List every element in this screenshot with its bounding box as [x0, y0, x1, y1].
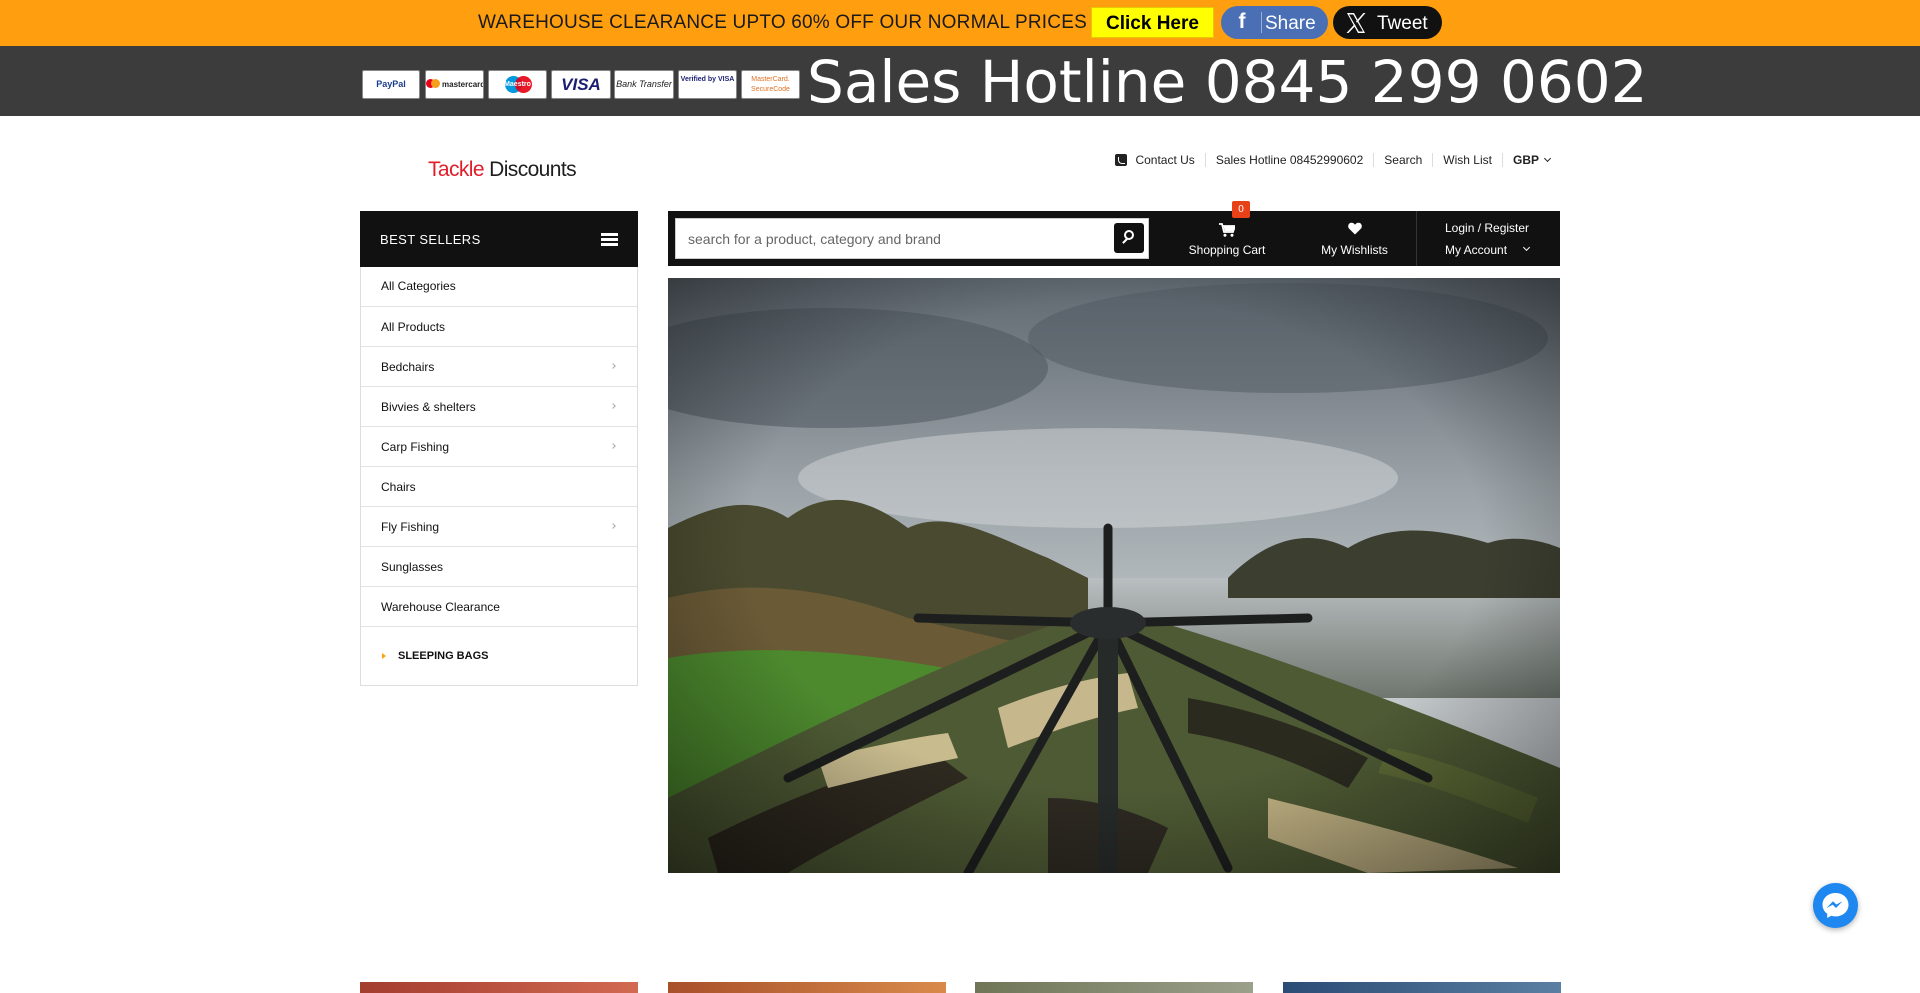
hero-illustration [668, 278, 1560, 873]
click-here-button[interactable]: Click Here [1091, 7, 1214, 38]
cart-count-badge: 0 [1232, 201, 1250, 218]
sidebar-item-label: Sunglasses [381, 560, 444, 574]
category-tile[interactable] [668, 982, 946, 993]
sidebar-item-label: Chairs [381, 480, 416, 494]
facebook-share-button[interactable]: f Share [1221, 6, 1328, 39]
sidebar-special-label: SLEEPING BAGS [398, 650, 489, 662]
search-button[interactable] [1114, 223, 1144, 253]
sidebar-item-label: All Categories [381, 279, 456, 293]
contact-us-link[interactable]: Contact Us [1105, 153, 1204, 167]
sidebar-item-bivvies-shelters[interactable]: Bivvies & shelters [361, 386, 637, 426]
sidebar-item-all-categories[interactable]: All Categories [361, 267, 637, 306]
category-sidebar: BEST SELLERS All Categories All Products… [360, 211, 638, 686]
share-label: Share [1265, 13, 1316, 34]
mastercard-securecode-logo: MasterCard. SecureCode [741, 70, 800, 99]
facebook-icon: f [1238, 10, 1246, 33]
hotline-banner-text: Sales Hotline 0845 299 0602 [807, 48, 1648, 116]
divider [1261, 12, 1262, 33]
chevron-right-icon [610, 363, 616, 369]
tweet-label: Tweet [1377, 13, 1428, 34]
login-register-link[interactable]: Login / Register [1445, 221, 1529, 235]
sidebar-item-chairs[interactable]: Chairs [361, 466, 637, 506]
category-tile[interactable] [1283, 982, 1561, 993]
sidebar-item-label: Warehouse Clearance [381, 600, 500, 614]
sidebar-heading: BEST SELLERS [380, 232, 481, 247]
sidebar-item-sunglasses[interactable]: Sunglasses [361, 546, 637, 586]
sidebar-header[interactable]: BEST SELLERS [360, 211, 638, 267]
sidebar-item-fly-fishing[interactable]: Fly Fishing [361, 506, 637, 546]
maestro-label: Maestro [504, 81, 531, 88]
hero-image[interactable] [668, 278, 1560, 873]
paypal-logo: PayPal [362, 70, 420, 99]
sidebar-item-sleeping-bags[interactable]: SLEEPING BAGS [361, 626, 637, 685]
site-logo[interactable]: Tackle Discounts [428, 158, 577, 182]
contact-us-label: Contact Us [1135, 153, 1195, 167]
promo-bar: WAREHOUSE CLEARANCE UPTO 60% OFF OUR NOR… [0, 0, 1920, 46]
shopping-cart-icon [1219, 223, 1235, 237]
search-input[interactable] [675, 218, 1149, 259]
top-links: Contact Us Sales Hotline 08452990602 Sea… [1105, 152, 1560, 168]
chevron-down-icon [1522, 243, 1531, 252]
my-wishlists-label: My Wishlists [1321, 243, 1388, 257]
sidebar-item-all-products[interactable]: All Products [361, 306, 637, 346]
category-tile[interactable] [975, 982, 1253, 993]
search-link[interactable]: Search [1373, 153, 1432, 167]
sales-hotline-link[interactable]: Sales Hotline 08452990602 [1204, 153, 1373, 167]
messenger-chat-button[interactable] [1813, 883, 1858, 928]
sidebar-item-label: Carp Fishing [381, 440, 450, 454]
verified-by-visa-logo: Verified by VISA [678, 70, 737, 99]
currency-selector[interactable]: GBP [1501, 153, 1560, 167]
phone-icon [1115, 154, 1128, 166]
caret-right-icon [382, 653, 386, 659]
hamburger-menu-icon[interactable] [601, 233, 618, 246]
mastercard-logo: mastercard [425, 70, 484, 99]
shopping-cart-label: Shopping Cart [1188, 243, 1266, 257]
sidebar-item-warehouse-clearance[interactable]: Warehouse Clearance [361, 586, 637, 626]
tweet-button[interactable]: Tweet [1333, 6, 1442, 39]
currency-label: GBP [1512, 153, 1539, 167]
category-tile[interactable] [360, 982, 638, 993]
chevron-down-icon [1543, 154, 1552, 163]
x-icon [1346, 13, 1366, 33]
messenger-icon [1822, 893, 1849, 918]
logo-part-discounts: Discounts [483, 158, 576, 181]
hotline-banner: PayPal mastercard Maestro VISA Bank Tran… [0, 46, 1920, 116]
sidebar-item-label: Fly Fishing [381, 520, 440, 534]
bank-transfer-logo: Bank Transfer [614, 70, 674, 99]
mastercard-label: mastercard [442, 80, 484, 89]
sidebar-item-carp-fishing[interactable]: Carp Fishing [361, 426, 637, 466]
account-menu[interactable]: Login / Register My Account [1416, 211, 1560, 266]
my-account-label[interactable]: My Account [1445, 243, 1507, 257]
chevron-right-icon [610, 523, 616, 529]
sidebar-item-bedchairs[interactable]: Bedchairs [361, 346, 637, 386]
promo-text: WAREHOUSE CLEARANCE UPTO 60% OFF OUR NOR… [478, 12, 1087, 33]
sidebar-item-label: All Products [381, 320, 446, 334]
wish-list-link[interactable]: Wish List [1432, 153, 1502, 167]
chevron-right-icon [610, 443, 616, 449]
shopping-cart-button[interactable]: 0 Shopping Cart [1161, 201, 1293, 266]
sidebar-item-label: Bedchairs [381, 360, 435, 374]
my-wishlists-button[interactable]: My Wishlists [1293, 211, 1416, 266]
logo-part-tackle: Tackle [428, 158, 485, 181]
chevron-right-icon [610, 403, 616, 409]
category-list: All Categories All Products Bedchairs Bi… [360, 267, 638, 686]
heart-icon [1348, 222, 1362, 235]
sidebar-item-label: Bivvies & shelters [381, 400, 476, 414]
search-account-bar: 0 Shopping Cart My Wishlists Login / Reg… [668, 201, 1560, 266]
maestro-logo: Maestro [488, 70, 547, 99]
visa-logo: VISA [551, 70, 611, 99]
